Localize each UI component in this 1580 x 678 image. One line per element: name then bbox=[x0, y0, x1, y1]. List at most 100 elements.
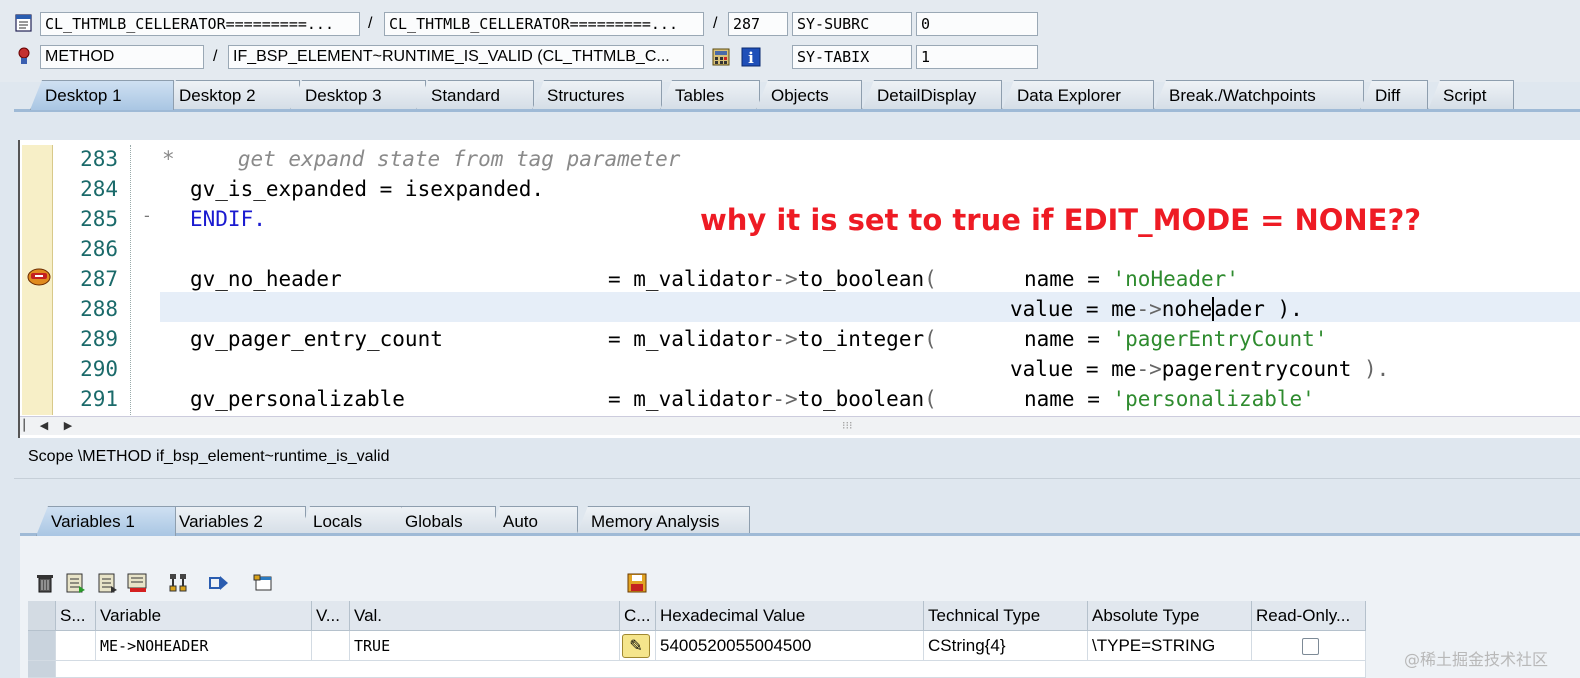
tab-break-watchpoints[interactable]: Break./Watchpoints bbox=[1154, 80, 1364, 110]
cell-change[interactable]: ✎ bbox=[620, 631, 656, 661]
read-only-checkbox bbox=[1302, 638, 1319, 655]
line-field[interactable]: 287 bbox=[728, 12, 788, 36]
code-line-comment: * get expand state from tag parameter bbox=[162, 147, 681, 171]
row-selector-header[interactable] bbox=[28, 601, 56, 631]
horizontal-scrollbar[interactable]: ▏ ◀ ▶ ⁝⁝⁝ bbox=[20, 416, 1580, 435]
code-param: name = 'pagerEntryCount' bbox=[1024, 327, 1328, 351]
debugger-header: CL_THTMLB_CELLERATOR=========... / CL_TH… bbox=[0, 0, 1580, 82]
gutter-divider bbox=[130, 145, 132, 415]
source-code-editor[interactable]: 283 284 285 286 287 288 289 290 291 - * … bbox=[18, 140, 1580, 438]
column-header-c[interactable]: C... bbox=[620, 601, 656, 631]
info-icon[interactable]: i bbox=[741, 47, 761, 67]
insert-icon[interactable] bbox=[64, 572, 86, 594]
cell-hex: 5400520055004500 bbox=[656, 631, 924, 661]
tab-desktop-2[interactable]: Desktop 2 bbox=[164, 80, 300, 110]
delete-icon[interactable] bbox=[34, 572, 56, 594]
delete-all-icon[interactable] bbox=[126, 572, 148, 594]
code-param: value = me->noheader ). bbox=[1010, 297, 1303, 321]
line-number: 284 bbox=[80, 177, 118, 201]
code-assignment: = m_validator->to_boolean( bbox=[608, 267, 937, 291]
breakpoint-icon[interactable] bbox=[26, 265, 52, 287]
tab-auto[interactable]: Auto bbox=[488, 506, 578, 536]
tab-script[interactable]: Script bbox=[1428, 80, 1514, 110]
tab-standard[interactable]: Standard bbox=[416, 80, 534, 110]
tab-globals[interactable]: Globals bbox=[390, 506, 496, 536]
table-row-empty[interactable] bbox=[56, 661, 1366, 678]
sy-tabix-value: 1 bbox=[916, 45, 1038, 69]
tab-diff[interactable]: Diff bbox=[1360, 80, 1428, 110]
column-header-read-only[interactable]: Read-Only... bbox=[1252, 601, 1366, 631]
fold-marker[interactable]: - bbox=[144, 206, 150, 225]
scroll-left-icon[interactable]: ◀ bbox=[36, 418, 52, 434]
current-line-highlight bbox=[160, 292, 1580, 322]
program-field[interactable]: CL_THTMLB_CELLERATOR=========... bbox=[40, 12, 360, 36]
code-param: name = 'personalizable' bbox=[1024, 387, 1315, 411]
pane-divider[interactable] bbox=[14, 478, 1580, 479]
tab-memory-analysis[interactable]: Memory Analysis bbox=[576, 506, 750, 536]
line-number: 290 bbox=[80, 357, 118, 381]
pencil-edit-icon[interactable]: ✎ bbox=[622, 634, 650, 658]
transfer-icon[interactable] bbox=[208, 572, 230, 594]
cell-s bbox=[56, 631, 96, 661]
separator-slash: / bbox=[213, 48, 218, 65]
method-icon bbox=[18, 47, 30, 64]
splitter-grip-icon[interactable]: ⁝⁝⁝ bbox=[842, 419, 853, 432]
tab-variables-2[interactable]: Variables 2 bbox=[164, 506, 306, 536]
sy-subrc-value: 0 bbox=[916, 12, 1038, 36]
variables-tabstrip: Variables 1 Variables 2 Locals Globals A… bbox=[36, 506, 1580, 536]
code-var-name: gv_personalizable bbox=[190, 387, 405, 411]
line-number: 289 bbox=[80, 327, 118, 351]
scroll-left-end-icon[interactable]: ▏ bbox=[20, 418, 36, 434]
event-type-field[interactable]: METHOD bbox=[40, 45, 204, 69]
program-icon bbox=[15, 14, 32, 32]
tab-locals[interactable]: Locals bbox=[298, 506, 402, 536]
cell-variable[interactable]: ME->NOHEADER bbox=[96, 631, 312, 661]
column-header-variable[interactable]: Variable bbox=[96, 601, 312, 631]
hierarchy-icon[interactable] bbox=[168, 572, 190, 594]
line-number: 283 bbox=[80, 147, 118, 171]
code-var-name: gv_no_header bbox=[190, 267, 342, 291]
tab-tables[interactable]: Tables bbox=[660, 80, 760, 110]
tab-underline bbox=[14, 109, 1580, 112]
tab-desktop-1[interactable]: Desktop 1 bbox=[30, 80, 174, 110]
watermark-text: @稀土掘金技术社区 bbox=[1404, 650, 1549, 669]
column-header-hex[interactable]: Hexadecimal Value bbox=[656, 601, 924, 631]
code-param: name = 'noHeader' bbox=[1024, 267, 1239, 291]
column-header-value[interactable]: Val. bbox=[350, 601, 620, 631]
separator-slash: / bbox=[368, 15, 373, 32]
tab-data-explorer[interactable]: Data Explorer bbox=[1002, 80, 1154, 110]
insert-all-icon[interactable] bbox=[96, 572, 118, 594]
cell-technical-type: CString{4} bbox=[924, 631, 1088, 661]
event-name-field[interactable]: IF_BSP_ELEMENT~RUNTIME_IS_VALID (CL_THTM… bbox=[228, 45, 704, 69]
cell-read-only bbox=[1252, 631, 1366, 661]
line-number: 287 bbox=[80, 267, 118, 291]
tab-detail-display[interactable]: DetailDisplay bbox=[862, 80, 1002, 110]
tab-desktop-3[interactable]: Desktop 3 bbox=[290, 80, 426, 110]
code-assignment: = m_validator->to_integer( bbox=[608, 327, 937, 351]
sy-subrc-label: SY-SUBRC bbox=[792, 12, 912, 36]
variables-table-header: S... Variable V... Val. C... Hexadecimal… bbox=[28, 601, 1366, 631]
code-line: gv_is_expanded = isexpanded. bbox=[190, 177, 545, 201]
scroll-right-icon[interactable]: ▶ bbox=[60, 418, 76, 434]
cell-value[interactable]: TRUE bbox=[350, 631, 620, 661]
separator-slash: / bbox=[713, 15, 718, 32]
column-header-s[interactable]: S... bbox=[56, 601, 96, 631]
window-icon[interactable] bbox=[252, 572, 274, 594]
tab-objects[interactable]: Objects bbox=[756, 80, 862, 110]
column-header-absolute-type[interactable]: Absolute Type bbox=[1088, 601, 1252, 631]
tab-structures[interactable]: Structures bbox=[532, 80, 662, 110]
code-assignment: = m_validator->to_boolean( bbox=[608, 387, 937, 411]
calculator-icon[interactable] bbox=[711, 47, 731, 67]
line-number: 285 bbox=[80, 207, 118, 231]
code-var-name: gv_pager_entry_count bbox=[190, 327, 443, 351]
tab-variables-1[interactable]: Variables 1 bbox=[36, 506, 176, 536]
column-header-technical-type[interactable]: Technical Type bbox=[924, 601, 1088, 631]
include-field[interactable]: CL_THTMLB_CELLERATOR=========... bbox=[384, 12, 704, 36]
cell-v bbox=[312, 631, 350, 661]
save-icon[interactable] bbox=[626, 572, 648, 594]
column-header-v[interactable]: V... bbox=[312, 601, 350, 631]
line-number: 291 bbox=[80, 387, 118, 411]
row-selector[interactable] bbox=[28, 661, 56, 678]
cell-absolute-type[interactable]: \TYPE=STRING bbox=[1088, 631, 1252, 661]
row-selector[interactable] bbox=[28, 631, 56, 661]
